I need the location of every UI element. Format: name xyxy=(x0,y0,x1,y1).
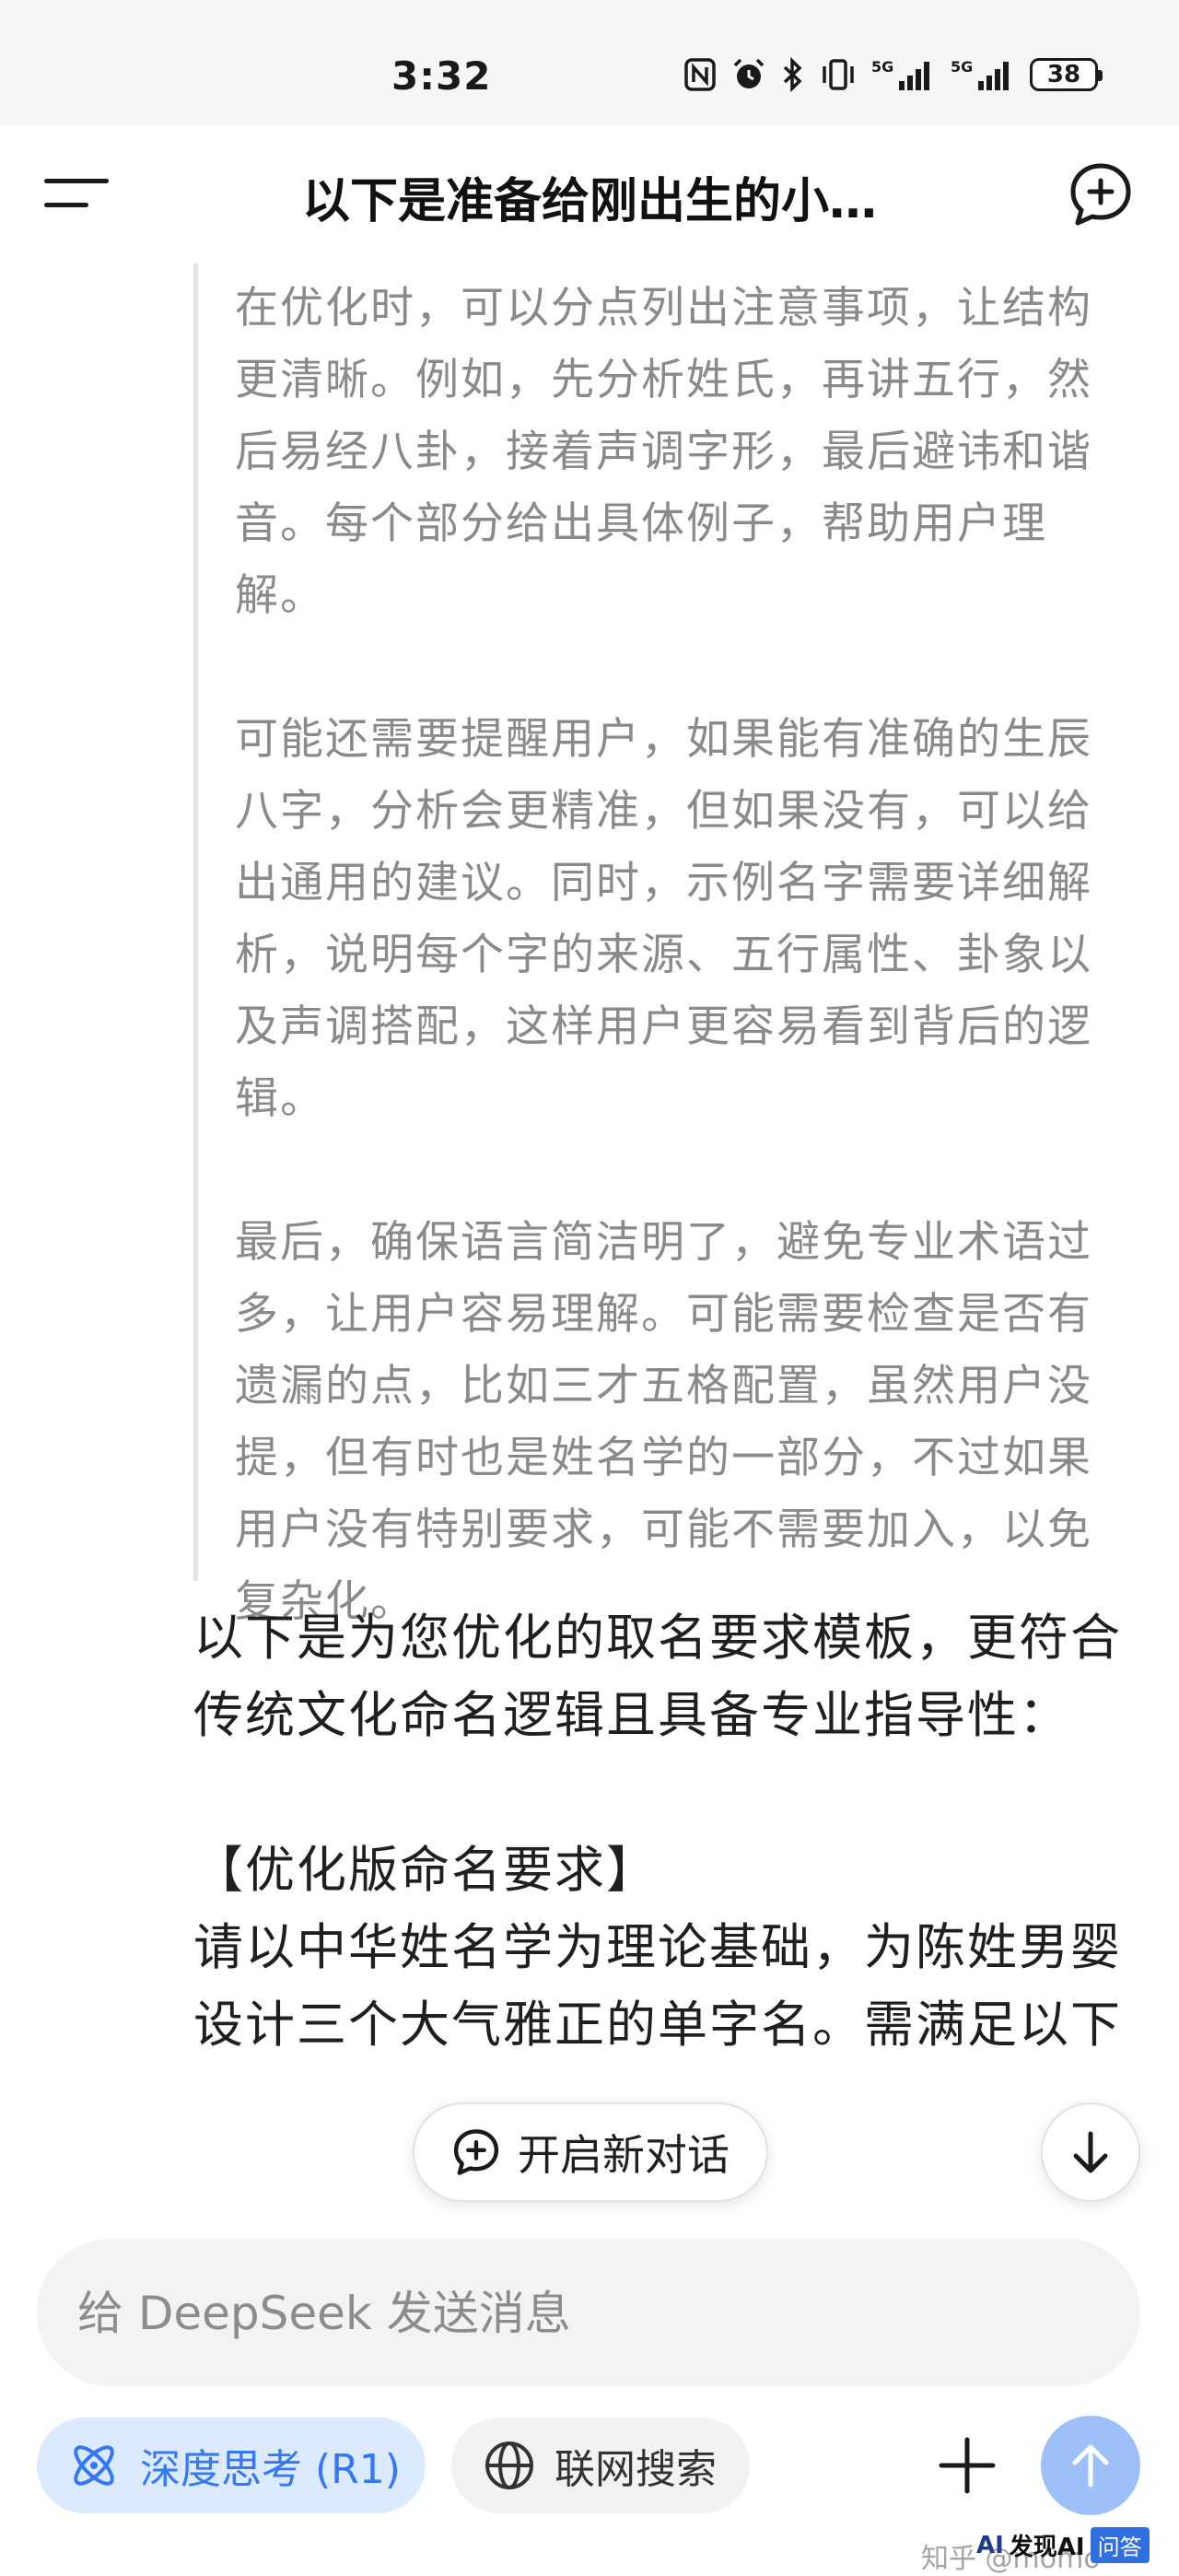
signal-5g-icon: 5G xyxy=(951,57,1015,92)
message-composer xyxy=(37,2239,1140,2388)
send-button[interactable] xyxy=(1041,2416,1140,2515)
answer-heading: 【优化版命名要求】 xyxy=(193,1841,658,1899)
header: 以下是准备给刚出生的小… xyxy=(0,125,1179,263)
new-dialog-label: 开启新对话 xyxy=(518,2130,730,2180)
message-input[interactable] xyxy=(76,2239,1092,2388)
deep-think-toggle[interactable]: 深度思考 (R1) xyxy=(37,2418,426,2513)
badge-faxian: 发现AI xyxy=(1009,2534,1085,2561)
bluetooth-icon xyxy=(781,57,805,92)
signal-5g-icon: 5G xyxy=(871,57,936,92)
badge-wenda: 问答 xyxy=(1090,2527,1150,2563)
svg-text:5G: 5G xyxy=(871,58,893,76)
source-badge: AI 发现AI 问答 xyxy=(976,2527,1150,2563)
menu-icon[interactable] xyxy=(44,171,114,217)
globe-icon xyxy=(485,2441,533,2489)
web-search-toggle[interactable]: 联网搜索 xyxy=(451,2418,750,2513)
svg-text:5G: 5G xyxy=(951,58,973,76)
new-chat-icon xyxy=(453,2129,499,2175)
badge-ai: AI xyxy=(976,2531,1004,2559)
arrow-up-icon xyxy=(1072,2444,1109,2488)
answer-block: 以下是为您优化的取名要求模板，更符合传统文化命名逻辑且具备专业指导性： 【优化版… xyxy=(193,1599,1124,2064)
atom-icon xyxy=(74,2445,114,2486)
new-dialog-button[interactable]: 开启新对话 xyxy=(413,2102,768,2202)
deep-think-label: 深度思考 (R1) xyxy=(140,2446,401,2493)
status-time: 3:32 xyxy=(391,53,492,99)
thinking-paragraph: 最后，确保语言简洁明了，避免专业术语过多，让用户容易理解。可能需要检查是否有遗漏… xyxy=(235,1217,1092,1627)
page-title: 以下是准备给刚出生的小… xyxy=(301,174,877,229)
plus-icon xyxy=(939,2437,996,2494)
scroll-down-button[interactable] xyxy=(1041,2102,1140,2202)
new-chat-icon[interactable] xyxy=(1067,160,1135,228)
thinking-block: 在优化时，可以分点列出注意事项，让结构更清晰。例如，先分析姓氏，再讲五行，然后易… xyxy=(193,263,1128,1627)
arrow-down-icon xyxy=(1073,2131,1108,2173)
chat-scroll-area[interactable]: 在优化时，可以分点列出注意事项，让结构更清晰。例如，先分析姓氏，再讲五行，然后易… xyxy=(0,263,1179,2198)
thinking-paragraph: 在优化时，可以分点列出注意事项，让结构更清晰。例如，先分析姓氏，再讲五行，然后易… xyxy=(235,283,1092,621)
vibrate-icon xyxy=(820,57,857,92)
web-search-label: 联网搜索 xyxy=(554,2446,717,2493)
add-attachment-button[interactable] xyxy=(921,2419,1013,2512)
status-icons: 5G 5G 38 xyxy=(683,57,1103,92)
nfc-icon xyxy=(683,57,717,92)
answer-body: 请以中华姓名学为理论基础，为陈姓男婴设计三个大气雅正的单字名。需满足以下 xyxy=(193,1918,1122,2054)
status-bar: 3:32 5G 5G 38 xyxy=(0,0,1179,125)
thinking-paragraph: 可能还需要提醒用户，如果能有准确的生辰八字，分析会更精准，但如果没有，可以给出通… xyxy=(235,714,1092,1124)
answer-intro: 以下是为您优化的取名要求模板，更符合传统文化命名逻辑且具备专业指导性： xyxy=(193,1609,1122,1744)
alarm-icon xyxy=(731,57,766,92)
battery-indicator: 38 xyxy=(1030,58,1103,91)
